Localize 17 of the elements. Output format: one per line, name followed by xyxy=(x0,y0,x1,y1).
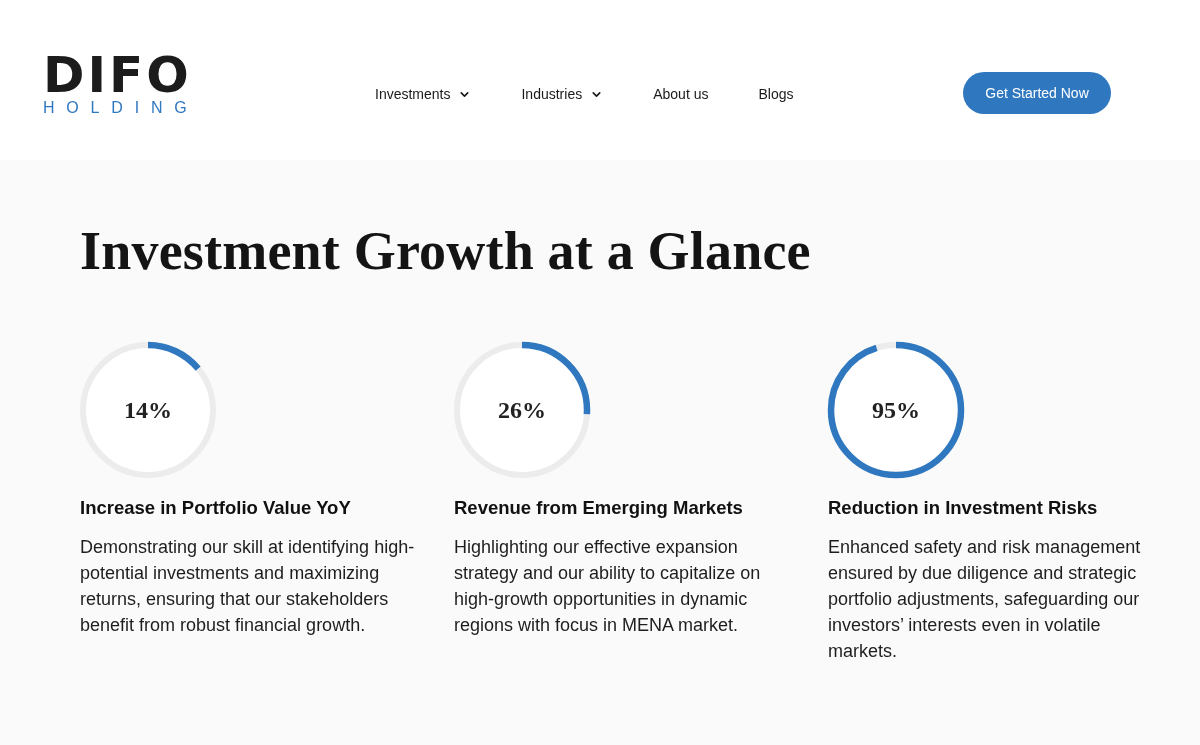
get-started-button[interactable]: Get Started Now xyxy=(963,72,1111,114)
percentage-value: 14% xyxy=(124,396,172,424)
nav-link[interactable]: Industries xyxy=(521,86,604,102)
percentage-value: 95% xyxy=(872,396,920,424)
stat-heading: Increase in Portfolio Value YoY xyxy=(80,496,351,520)
nav-link[interactable]: Blogs xyxy=(758,86,794,102)
nav-link[interactable]: Investments xyxy=(375,86,472,102)
logo-wordmark[interactable]: DIFO xyxy=(43,53,192,97)
percentage-value: 26% xyxy=(498,396,546,424)
stat-description: Enhanced safety and risk management ensured by due diligence and strategic portfolio adjustments, safeguarding our investors’ interests even in volatile markets. xyxy=(828,536,1142,663)
logo-subtitle: HOLDING xyxy=(43,99,199,117)
nav-link[interactable]: About us xyxy=(653,86,709,102)
stat-heading: Reduction in Investment Risks xyxy=(828,496,1098,520)
stat-description: Highlighting our effective expansion strategy and our ability to capitalize on high-growth opportunities in dynamic regions with focus in MENA market. xyxy=(454,536,762,637)
stat-heading: Revenue from Emerging Markets xyxy=(454,496,743,520)
stat-description: Demonstrating our skill at identifying high-potential investments and maximizing returns, ensuring that our stakeholders benefit from robust financial growth. xyxy=(80,536,416,637)
section-title: Investment Growth at a Glance xyxy=(80,220,812,283)
